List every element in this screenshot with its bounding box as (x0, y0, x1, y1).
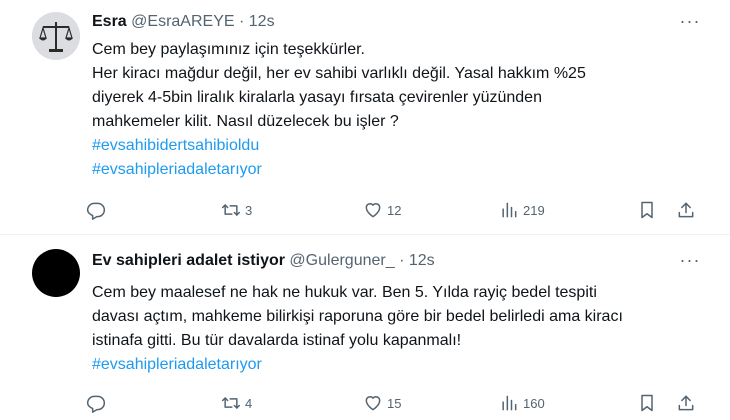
retweet-count: 3 (245, 202, 253, 218)
like-count: 12 (387, 202, 402, 218)
tweet-text: Cem bey maalesef ne hak ne hukuk var. Be… (92, 281, 702, 377)
tweet-text-line: Her kiracı mağdur değil, her ev sahibi v… (92, 65, 586, 82)
scales-of-justice-avatar-image (32, 12, 80, 60)
hashtag-link[interactable]: #evsahipleriadaletarıyor (92, 353, 702, 377)
tweet-text-line: Cem bey paylaşımınız için teşekkürler. (92, 41, 365, 58)
views-button[interactable]: 160 (499, 391, 545, 415)
reply-button[interactable] (86, 198, 106, 222)
timestamp[interactable]: 12s (249, 13, 275, 30)
timestamp[interactable]: 12s (409, 252, 435, 269)
tweet-header: Esra @EsraAREYE · 12s (92, 12, 275, 32)
views-button[interactable]: 219 (499, 198, 545, 222)
retweet-icon (221, 397, 241, 409)
tweet-text-line: Cem bey maalesef ne hak ne hukuk var. Be… (92, 284, 597, 301)
bookmark-icon (641, 201, 653, 219)
retweet-button[interactable]: 3 (221, 198, 252, 222)
separator-dot: · (399, 252, 405, 269)
reply-button[interactable] (86, 391, 106, 415)
bookmark-button[interactable] (637, 391, 657, 415)
tweet-text-line: diyerek 4-5bin liralık kiralarla yasayı … (92, 89, 542, 106)
user-handle[interactable]: @Gulerguner_ (289, 252, 394, 269)
display-name[interactable]: Esra (92, 13, 127, 30)
reply-icon (86, 202, 106, 220)
bookmark-icon (641, 394, 653, 412)
avatar[interactable] (32, 12, 80, 60)
tweet-text-line: istinafa gitti. Bu tür davalarda istinaf… (92, 332, 462, 349)
more-options-icon[interactable]: ··· (678, 251, 702, 273)
views-icon (502, 202, 517, 218)
hashtag-link[interactable]: #evsahipleriadaletarıyor (92, 158, 702, 182)
hashtag-link[interactable]: #evsahibidertsahibioldu (92, 134, 702, 158)
retweet-button[interactable]: 4 (221, 391, 252, 415)
tweet-text-line: mahkemeler kilit. Nasıl düzelecek bu işl… (92, 113, 399, 130)
tweet-actions: 4 15 160 (86, 391, 700, 415)
heart-icon (365, 203, 381, 218)
tweet-actions: 3 12 219 (86, 198, 700, 222)
avatar[interactable] (32, 249, 80, 297)
view-count: 219 (523, 202, 545, 218)
share-icon (678, 395, 694, 411)
retweet-icon (221, 204, 241, 216)
share-icon (678, 202, 694, 218)
share-button[interactable] (676, 198, 696, 222)
tweet[interactable]: Esra @EsraAREYE · 12s ··· Cem bey paylaş… (0, 0, 730, 235)
user-handle[interactable]: @EsraAREYE (131, 13, 234, 30)
reply-icon (86, 395, 106, 413)
view-count: 160 (523, 395, 545, 411)
tweet-text-line: davası açtım, mahkeme bilirkişi raporuna… (92, 308, 623, 325)
share-button[interactable] (676, 391, 696, 415)
tweet-header: Ev sahipleri adalet istiyor @Gulerguner_… (92, 251, 435, 271)
bookmark-button[interactable] (637, 198, 657, 222)
more-options-icon[interactable]: ··· (678, 12, 702, 34)
display-name[interactable]: Ev sahipleri adalet istiyor (92, 252, 285, 269)
like-button[interactable]: 12 (363, 198, 401, 222)
separator-dot: · (239, 13, 245, 30)
tweet[interactable]: Ev sahipleri adalet istiyor @Gulerguner_… (0, 235, 730, 420)
tweet-text: Cem bey paylaşımınız için teşekkürler. H… (92, 38, 702, 182)
like-button[interactable]: 15 (363, 391, 401, 415)
retweet-count: 4 (245, 395, 253, 411)
heart-icon (365, 396, 381, 411)
views-icon (502, 395, 517, 411)
like-count: 15 (387, 395, 402, 411)
